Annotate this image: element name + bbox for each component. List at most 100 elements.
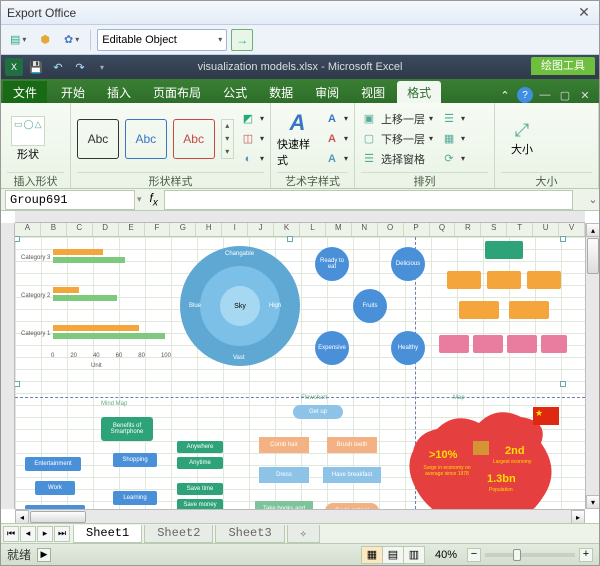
column-header[interactable]: I [222, 223, 248, 236]
go-button[interactable]: → [231, 29, 253, 51]
fx-icon[interactable]: fx [150, 191, 158, 208]
macro-icon[interactable]: ▶ [37, 548, 51, 562]
tab-review[interactable]: 审阅 [305, 81, 349, 103]
rotate-button[interactable]: ⟳▾ [441, 150, 465, 168]
column-header[interactable]: O [378, 223, 404, 236]
zoom-out-button[interactable]: − [467, 548, 481, 562]
tab-format[interactable]: 格式 [397, 81, 441, 103]
column-header[interactable]: P [404, 223, 430, 236]
tab-home[interactable]: 开始 [51, 81, 95, 103]
undo-icon[interactable]: ↶ [49, 58, 67, 76]
prev-sheet-icon[interactable]: ◂ [20, 526, 36, 542]
new-sheet-button[interactable]: ✧ [287, 525, 320, 543]
first-sheet-icon[interactable]: ⏮ [3, 526, 19, 542]
style-preset-2[interactable]: Abc [125, 119, 167, 159]
mind-map[interactable]: Mind Map Benefits of Smartphone Entertai… [25, 401, 245, 509]
column-header[interactable]: T [507, 223, 533, 236]
tab-data[interactable]: 数据 [259, 81, 303, 103]
new-button[interactable]: ▤▾ [5, 29, 31, 51]
tab-formula[interactable]: 公式 [213, 81, 257, 103]
text-outline-button[interactable]: A▾ [324, 130, 348, 148]
style-preset-1[interactable]: Abc [77, 119, 119, 159]
close-icon[interactable]: ✕ [575, 5, 593, 21]
column-header[interactable]: C [67, 223, 93, 236]
selection-pane-button[interactable]: ☰选择窗格 [361, 150, 433, 168]
style-preset-3[interactable]: Abc [173, 119, 215, 159]
layout-view-icon[interactable]: ▤ [382, 546, 404, 564]
org-chart[interactable] [439, 241, 569, 381]
scroll-up-icon[interactable]: ▴ [586, 223, 599, 237]
shapes-gallery-button[interactable]: ▭◯△ 形状 [7, 111, 49, 167]
column-header[interactable]: L [300, 223, 326, 236]
column-header[interactable]: G [170, 223, 196, 236]
column-header[interactable]: K [274, 223, 300, 236]
text-fill-button[interactable]: A▾ [324, 110, 348, 128]
shape-outline-button[interactable]: ◫▾ [240, 130, 264, 148]
bar-chart[interactable]: Category 3 Category 2 Category 1 0204060… [21, 243, 171, 373]
horizontal-scrollbar[interactable]: ◂ ▸ [15, 509, 585, 523]
column-header[interactable]: F [145, 223, 171, 236]
min-icon[interactable]: — [537, 87, 553, 103]
name-dropdown-icon[interactable]: ▾ [137, 194, 142, 205]
excel-icon[interactable]: X [5, 58, 23, 76]
zoom-slider[interactable] [485, 553, 575, 557]
scroll-down-icon[interactable]: ▾ [586, 495, 599, 509]
column-header[interactable]: D [93, 223, 119, 236]
bring-forward-button[interactable]: ▣上移一层▾ [361, 110, 433, 128]
onion-diagram[interactable]: Sky Changable Blue High Vast [175, 241, 305, 371]
next-sheet-icon[interactable]: ▸ [37, 526, 53, 542]
flowchart[interactable]: Flowchart Get up Comb hair Brush teeth D… [253, 401, 383, 509]
shape-fill-button[interactable]: ◩▾ [240, 110, 264, 128]
column-header[interactable]: B [41, 223, 67, 236]
group-button[interactable]: ▦▾ [441, 130, 465, 148]
sheet-tab-2[interactable]: Sheet2 [144, 525, 213, 543]
column-header[interactable]: Q [430, 223, 456, 236]
pagebreak-view-icon[interactable]: ▥ [403, 546, 425, 564]
formula-input[interactable] [164, 190, 573, 210]
sheet-tab-3[interactable]: Sheet3 [215, 525, 284, 543]
sheet-tab-1[interactable]: Sheet1 [73, 525, 142, 543]
column-header[interactable]: R [455, 223, 481, 236]
close-excel-icon[interactable]: ✕ [577, 87, 593, 103]
tab-layout[interactable]: 页面布局 [143, 81, 211, 103]
vertical-scrollbar[interactable]: ▴ ▾ [585, 223, 599, 509]
tab-insert[interactable]: 插入 [97, 81, 141, 103]
column-header[interactable]: E [119, 223, 145, 236]
wordart-button[interactable]: A 快速样式 [277, 111, 318, 167]
normal-view-icon[interactable]: ▦ [361, 546, 383, 564]
column-header[interactable]: S [481, 223, 507, 236]
tab-view[interactable]: 视图 [351, 81, 395, 103]
column-header[interactable]: J [248, 223, 274, 236]
help-icon[interactable]: ? [517, 87, 533, 103]
china-map[interactable]: Map ★ >10% Surge in economy on average s… [393, 401, 569, 509]
column-header[interactable]: H [196, 223, 222, 236]
align-button[interactable]: ☰▾ [441, 110, 465, 128]
restore-icon[interactable]: ▢ [557, 87, 573, 103]
send-backward-button[interactable]: ▢下移一层▾ [361, 130, 433, 148]
scroll-thumb-h[interactable] [30, 511, 86, 523]
scroll-thumb-v[interactable] [587, 238, 599, 274]
scroll-right-icon[interactable]: ▸ [571, 510, 585, 523]
text-effects-button[interactable]: A▾ [324, 150, 348, 168]
column-header[interactable]: A [15, 223, 41, 236]
gear-button[interactable]: ✿▾ [59, 29, 84, 51]
style-gallery-more[interactable]: ▴▾▾ [221, 119, 234, 159]
worksheet-canvas[interactable]: ABCDEFGHIJKLMNOPQRSTUV Category 3 Catego… [15, 223, 585, 509]
file-tab[interactable]: 文件 [3, 81, 47, 103]
column-headers[interactable]: ABCDEFGHIJKLMNOPQRSTUV [15, 223, 585, 237]
column-header[interactable]: M [326, 223, 352, 236]
formula-expand-icon[interactable]: ⌄ [587, 193, 599, 206]
shape-effects-button[interactable]: ◐▾ [240, 150, 264, 168]
mode-combo[interactable]: Editable Object ▾ [97, 29, 227, 51]
save-icon[interactable]: 💾 [27, 58, 45, 76]
shape-button[interactable]: ⬢ [35, 29, 55, 51]
redo-icon[interactable]: ↷ [71, 58, 89, 76]
column-header[interactable]: V [559, 223, 585, 236]
column-header[interactable]: N [352, 223, 378, 236]
size-button[interactable]: ⤢ 大小 [501, 111, 543, 167]
qat-more-icon[interactable]: ▾ [93, 58, 111, 76]
name-box[interactable]: Group691 [5, 190, 135, 210]
scroll-left-icon[interactable]: ◂ [15, 510, 29, 523]
last-sheet-icon[interactable]: ⏭ [54, 526, 70, 542]
bubble-map[interactable]: Fruits Ready to eat Delicious Expensive … [305, 241, 435, 371]
